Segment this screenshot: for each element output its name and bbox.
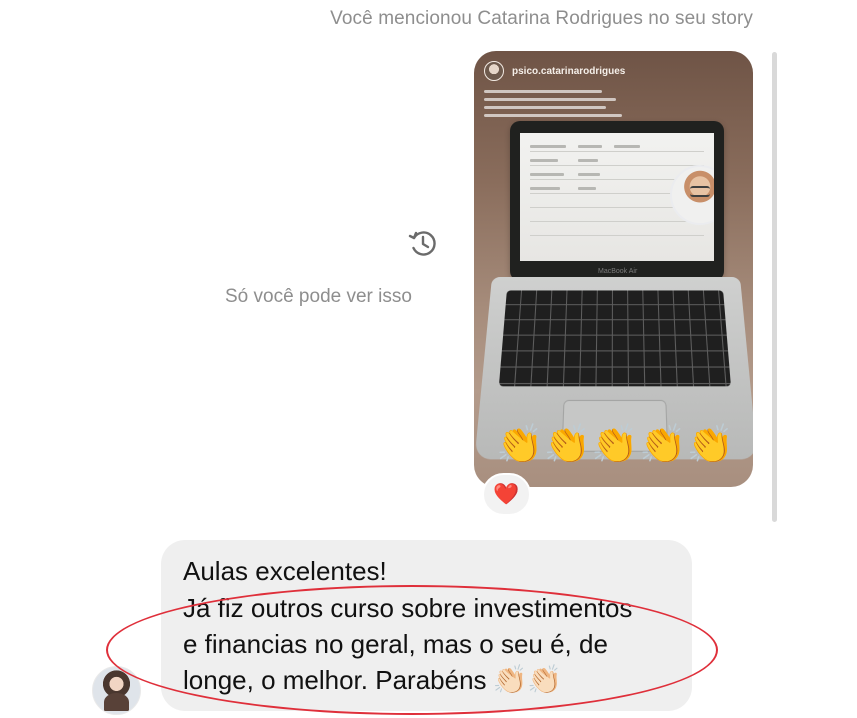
private-note: Só você pode ver isso	[225, 226, 437, 307]
speaker-video-bubble	[670, 165, 714, 225]
story-avatar	[484, 61, 504, 81]
private-text: Só você pode ver isso	[225, 286, 412, 307]
clap-emoji: 👏	[686, 424, 734, 466]
speaker-glasses	[690, 186, 710, 197]
story-handle: psico.catarinarodrigues	[512, 65, 626, 77]
story-caption-line	[484, 106, 606, 109]
screen-row	[530, 221, 704, 222]
history-icon	[408, 231, 436, 256]
screen-cell	[530, 159, 558, 162]
story-preview[interactable]: psico.catarinarodrigues MacBook Air 👏 👏 …	[474, 51, 753, 487]
screen-cell	[614, 145, 640, 148]
clap-emoji: 👏	[496, 424, 544, 466]
laptop-screen: MacBook Air	[510, 121, 724, 281]
screen-cell	[530, 187, 560, 190]
highlight-annotation	[106, 585, 718, 715]
story-caption-line	[484, 114, 622, 117]
clap-emoji: 👏	[543, 424, 591, 466]
laptop-brand: MacBook Air	[598, 268, 638, 275]
message-line: Aulas excelentes!	[183, 556, 387, 586]
screen-content	[520, 133, 714, 261]
story-caption-line	[484, 90, 602, 93]
keyboard	[498, 290, 731, 387]
story-header: psico.catarinarodrigues	[484, 61, 625, 81]
screen-row	[530, 151, 704, 152]
screen-cell	[578, 173, 600, 176]
screen-cell	[578, 187, 596, 190]
screen-cell	[530, 173, 564, 176]
scrollbar[interactable]	[772, 52, 777, 522]
story-caption-line	[484, 98, 616, 101]
screen-cell	[578, 159, 598, 162]
direct-message-thread: Você mencionou Catarina Rodrigues no seu…	[0, 0, 857, 718]
story-clap-row: 👏 👏 👏 👏 👏	[496, 426, 734, 464]
screen-row	[530, 165, 704, 166]
mention-note: Você mencionou Catarina Rodrigues no seu…	[330, 8, 753, 29]
heart-reaction[interactable]: ❤️	[482, 473, 531, 516]
screen-cell	[578, 145, 602, 148]
clap-emoji: 👏	[638, 424, 687, 466]
clap-emoji: 👏	[591, 424, 639, 466]
screen-cell	[530, 145, 566, 148]
screen-row	[530, 235, 704, 236]
